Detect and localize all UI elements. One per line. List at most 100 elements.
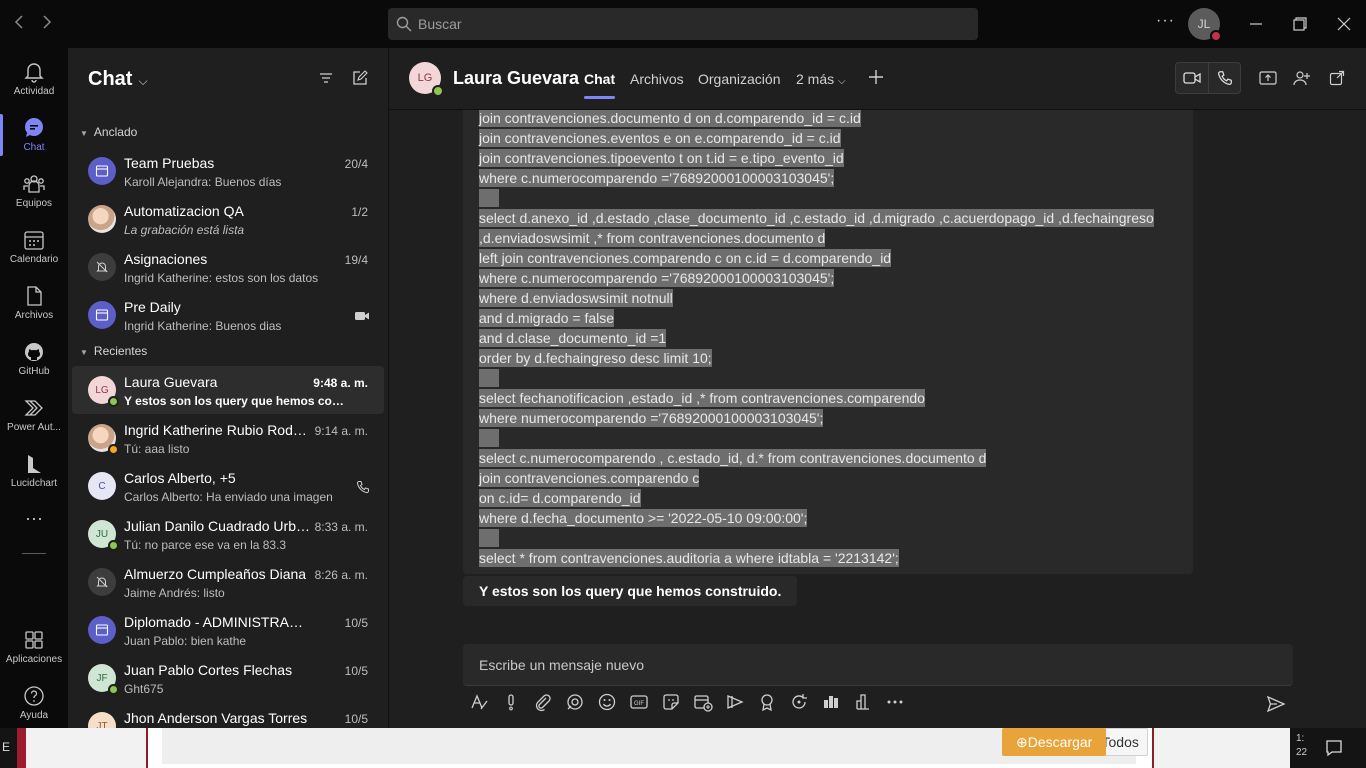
- chat-name: Ingrid Katherine Rubio Rodríguez: [124, 422, 310, 438]
- code-line: where d.enviadoswsimit notnull: [479, 288, 673, 308]
- rail-item-apps[interactable]: Aplicaciones: [0, 620, 68, 676]
- tab-files[interactable]: Archivos: [630, 71, 684, 87]
- contact-avatar[interactable]: LG: [409, 62, 444, 97]
- audio-call-icon[interactable]: [1217, 70, 1233, 91]
- rail-item-chat[interactable]: Chat: [0, 108, 68, 164]
- code-text: [479, 529, 499, 547]
- tab-more[interactable]: 2 más ⌵: [796, 71, 846, 87]
- approvals-icon[interactable]: [821, 692, 841, 712]
- list-item[interactable]: LG Laura Guevara Y estos son los query q…: [72, 366, 384, 414]
- rail-label: GitHub: [18, 366, 50, 377]
- rail-item-calendar[interactable]: Calendario: [0, 220, 68, 276]
- chat-time: 9:14 a. m.: [314, 424, 368, 438]
- list-item[interactable]: Almuerzo Cumpleaños Diana Jaime Andrés: …: [72, 558, 384, 606]
- divider: [1208, 63, 1209, 93]
- list-item[interactable]: C Carlos Alberto, +5 Carlos Alberto: Ha …: [72, 462, 384, 510]
- search-input[interactable]: Buscar: [388, 8, 978, 40]
- search-icon: [396, 16, 412, 37]
- rail-item-files[interactable]: Archivos: [0, 276, 68, 332]
- gif-icon[interactable]: GIF: [629, 692, 649, 712]
- rail-item-teams[interactable]: Equipos: [0, 164, 68, 220]
- code-line: where numerocomparendo ='768920001000031…: [479, 408, 824, 428]
- status-away-icon: [108, 444, 119, 455]
- minimize-icon[interactable]: [1244, 12, 1268, 36]
- chat-list-title-text: Chat: [88, 68, 133, 90]
- back-arrow-icon[interactable]: [12, 14, 26, 35]
- pinned-section-header[interactable]: ▼ Anclado: [80, 125, 137, 139]
- list-item[interactable]: Ingrid Katherine Rubio Rodríguez Tú: aaa…: [72, 414, 384, 462]
- loop-icon[interactable]: [565, 692, 585, 712]
- notification-icon[interactable]: [1324, 738, 1344, 763]
- add-people-icon[interactable]: [1293, 70, 1311, 91]
- close-icon[interactable]: [1332, 12, 1356, 36]
- list-item[interactable]: JT Jhon Anderson Vargas Torres 10/5: [72, 702, 384, 728]
- status-available-icon: [432, 85, 444, 97]
- video-call-icon[interactable]: [1183, 71, 1201, 90]
- rail-item-power-automate[interactable]: Power Aut...: [0, 388, 68, 444]
- format-icon[interactable]: [469, 692, 489, 712]
- recent-section-header[interactable]: ▼ Recientes: [80, 344, 147, 358]
- emoji-icon[interactable]: [597, 692, 617, 712]
- chat-name: Diplomado - ADMINISTRACIÓN DE BASES: [124, 614, 310, 630]
- download-label: Descargar: [1027, 734, 1093, 750]
- tab-chat[interactable]: Chat: [584, 71, 616, 99]
- download-circle-icon: ⊕: [1016, 734, 1028, 750]
- updates-icon[interactable]: [853, 692, 873, 712]
- code-line: and d.clase_documento_id =1: [479, 328, 667, 348]
- pop-out-icon[interactable]: [1329, 70, 1345, 91]
- rail-item-help[interactable]: Ayuda: [0, 676, 68, 732]
- code-line: left join contravenciones.comparendo c o…: [479, 248, 892, 268]
- web-panel: ⊕Seleccionar Todos ⊕Descargar: [146, 728, 1154, 768]
- priority-icon[interactable]: [501, 692, 521, 712]
- code-text: select * from contravenciones.auditoria …: [479, 549, 899, 567]
- rail-item-github[interactable]: GitHub: [0, 332, 68, 388]
- compose-placeholder: Escribe un mensaje nuevo: [479, 657, 644, 673]
- chat-time: 20/4: [344, 157, 368, 171]
- schedule-meeting-icon[interactable]: [693, 692, 713, 712]
- rail-item-more-apps[interactable]: ···: [0, 500, 68, 556]
- code-text: where c.numerocomparendo ='7689200010000…: [479, 169, 835, 187]
- list-item[interactable]: Team Pruebas Karoll Alejandra: Buenos dí…: [72, 147, 384, 195]
- help-icon: [24, 686, 44, 706]
- more-options-icon[interactable]: ···: [1156, 12, 1175, 30]
- tab-organization[interactable]: Organización: [698, 71, 781, 87]
- query-message[interactable]: join contravenciones.documento d on d.co…: [463, 110, 1193, 574]
- filter-icon[interactable]: [318, 70, 334, 91]
- share-screen-icon[interactable]: [1259, 70, 1277, 91]
- list-item[interactable]: Diplomado - ADMINISTRACIÓN DE BASES Juan…: [72, 606, 384, 654]
- stream-icon[interactable]: [725, 692, 745, 712]
- add-tab-icon[interactable]: [867, 66, 885, 92]
- message-input[interactable]: Escribe un mensaje nuevo: [463, 644, 1293, 686]
- team-calendar-icon: [88, 157, 116, 185]
- loop-component-icon[interactable]: [789, 692, 809, 712]
- profile-avatar[interactable]: JL: [1188, 8, 1222, 42]
- more-actions-icon[interactable]: [885, 692, 905, 712]
- clock-line-1: 1:: [1296, 733, 1305, 744]
- list-item[interactable]: Pre Daily Ingrid Katherine: Buenos dias: [72, 291, 384, 339]
- list-item[interactable]: Automatizacion QA La grabación está list…: [72, 195, 384, 243]
- status-available-icon: [108, 540, 119, 551]
- code-line: order by d.fechaingreso desc limit 10;: [479, 348, 712, 368]
- send-icon[interactable]: [1266, 694, 1286, 719]
- avatar-initials: JF: [96, 672, 108, 684]
- new-chat-icon[interactable]: [352, 70, 368, 91]
- list-item[interactable]: Asignaciones Ingrid Katherine: estos son…: [72, 243, 384, 291]
- rail-item-activity[interactable]: Actividad: [0, 52, 68, 108]
- forward-arrow-icon[interactable]: [40, 14, 54, 35]
- chat-name: Asignaciones: [124, 251, 208, 267]
- code-text: where d.enviadoswsimit notnull: [479, 289, 673, 307]
- rail-item-lucidchart[interactable]: Lucidchart: [0, 444, 68, 500]
- download-button[interactable]: ⊕Descargar: [1002, 728, 1107, 756]
- sticker-icon[interactable]: [661, 692, 681, 712]
- attach-icon[interactable]: [533, 692, 553, 712]
- avatar: [88, 424, 119, 455]
- code-line: select fechanotificacion ,estado_id ,* f…: [479, 388, 925, 408]
- list-item[interactable]: JF Juan Pablo Cortes Flechas Ght675 10/5: [72, 654, 384, 702]
- code-text: and d.clase_documento_id =1: [479, 329, 667, 347]
- chat-list-title[interactable]: Chat ⌵: [88, 68, 148, 91]
- praise-icon[interactable]: [757, 692, 777, 712]
- list-item[interactable]: JU Julian Danilo Cuadrado Urbano Tú: no …: [72, 510, 384, 558]
- code-text: and d.migrado = false: [479, 309, 615, 327]
- restore-icon[interactable]: [1288, 12, 1312, 36]
- chat-message[interactable]: Y estos son los query que hemos construi…: [463, 576, 798, 606]
